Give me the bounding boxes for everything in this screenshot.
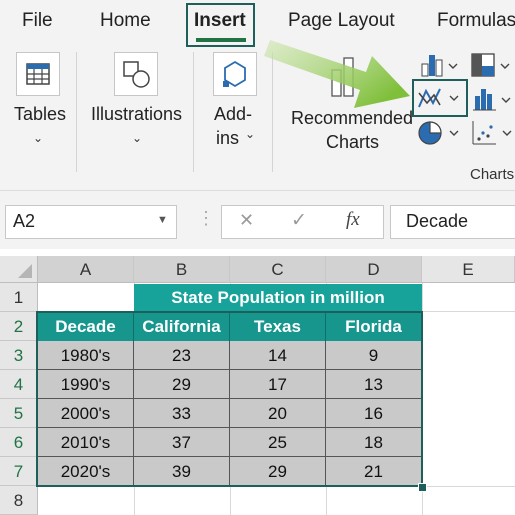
addins-label-line1[interactable]: Add- (214, 102, 252, 126)
data-cell[interactable]: 18 (326, 428, 422, 457)
column-chart-icon (421, 55, 458, 77)
data-cell[interactable]: 2020's (38, 457, 134, 486)
row-header-2[interactable]: 2 (0, 312, 38, 341)
illustrations-label[interactable]: Illustrations (91, 102, 182, 126)
data-cell[interactable]: 1990's (38, 370, 134, 399)
header-cell-texas[interactable]: Texas (230, 312, 326, 341)
column-header-a[interactable]: A (38, 256, 134, 283)
tab-page-layout[interactable]: Page Layout (288, 10, 395, 32)
data-cell[interactable]: 17 (230, 370, 326, 399)
pie-chart-icon (418, 121, 459, 145)
statistic-chart-button[interactable] (472, 86, 515, 112)
data-cell[interactable]: 39 (134, 457, 230, 486)
chevron-down-icon: ⌄ (132, 131, 143, 145)
charts-group-label: Charts (470, 166, 515, 183)
column-header-e[interactable]: E (422, 256, 515, 283)
row-header-4[interactable]: 4 (0, 370, 38, 399)
pointer-arrow-icon (264, 40, 410, 108)
enter-icon[interactable]: ✓ (291, 209, 307, 232)
row-header-3[interactable]: 3 (0, 341, 38, 370)
group-divider (76, 52, 77, 172)
data-cell[interactable]: 9 (326, 341, 422, 370)
chevron-down-icon: ⌄ (33, 131, 44, 145)
pie-chart-button[interactable] (416, 119, 460, 147)
gridline (38, 486, 515, 487)
data-cell[interactable]: 21 (326, 457, 422, 486)
active-tab-underline (196, 38, 246, 42)
data-cell[interactable]: 23 (134, 341, 230, 370)
name-box-value: A2 (13, 211, 36, 231)
column-chart-button[interactable] (418, 52, 458, 78)
line-chart-button[interactable] (412, 79, 468, 117)
drag-handle-icon[interactable]: ⋮ (197, 208, 215, 229)
table-icon (16, 52, 60, 96)
row-header-6[interactable]: 6 (0, 428, 38, 457)
statistic-chart-icon (473, 89, 511, 111)
insert-function-icon[interactable]: fx (346, 209, 360, 231)
tab-formulas[interactable]: Formulas (437, 10, 515, 32)
header-cell-decade[interactable]: Decade (38, 312, 134, 341)
tab-home[interactable]: Home (100, 10, 151, 32)
chevron-down-icon: ⌄ (245, 127, 256, 141)
hierarchy-chart-button[interactable] (470, 52, 515, 78)
tab-file[interactable]: File (22, 10, 53, 32)
scatter-chart-button[interactable] (470, 119, 515, 147)
column-header-d[interactable]: D (326, 256, 422, 283)
data-cell[interactable]: 29 (134, 370, 230, 399)
table-title-cell[interactable]: State Population in million (134, 284, 422, 312)
tables-label: Tables (14, 104, 67, 124)
row-header-5[interactable]: 5 (0, 399, 38, 428)
data-cell[interactable]: 14 (230, 341, 326, 370)
row-header-8[interactable]: 8 (0, 486, 38, 515)
group-divider (193, 52, 194, 172)
data-cell[interactable]: 29 (230, 457, 326, 486)
gridline (422, 283, 423, 515)
tab-insert[interactable]: Insert (194, 10, 246, 32)
data-cell[interactable]: 20 (230, 399, 326, 428)
header-cell-florida[interactable]: Florida (326, 312, 422, 341)
data-cell[interactable]: 2000's (38, 399, 134, 428)
data-cell[interactable]: 2010's (38, 428, 134, 457)
data-cell[interactable]: 33 (134, 399, 230, 428)
row-header-7[interactable]: 7 (0, 457, 38, 486)
recommended-charts-label-line2[interactable]: Charts (326, 130, 379, 154)
data-cell[interactable]: 1980's (38, 341, 134, 370)
data-cell[interactable]: 13 (326, 370, 422, 399)
fill-handle[interactable] (418, 483, 427, 492)
header-cell-california[interactable]: California (134, 312, 230, 341)
row-header-1[interactable]: 1 (0, 283, 38, 312)
illustrations-icon[interactable] (114, 52, 158, 96)
select-all-corner[interactable] (0, 256, 38, 283)
cancel-icon[interactable]: ✕ (239, 210, 254, 231)
line-chart-icon (418, 88, 459, 108)
addins-icon[interactable] (213, 52, 257, 96)
formula-input-value: Decade (406, 211, 469, 231)
column-header-b[interactable]: B (134, 256, 230, 283)
data-cell[interactable]: 16 (326, 399, 422, 428)
name-box-dropdown-icon[interactable]: ▼ (157, 214, 168, 226)
addins-label-line2[interactable]: ins (216, 126, 239, 150)
hierarchy-chart-icon (471, 53, 510, 77)
data-cell[interactable]: 25 (230, 428, 326, 457)
column-header-c[interactable]: C (230, 256, 326, 283)
scatter-chart-icon (472, 121, 512, 145)
data-cell[interactable]: 37 (134, 428, 230, 457)
